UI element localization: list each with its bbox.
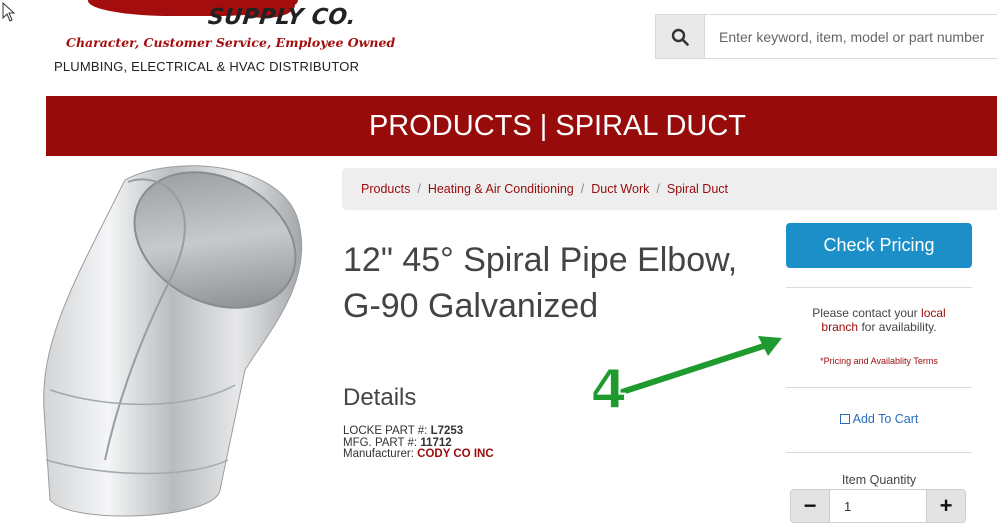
add-to-cart-label: Add To Cart (852, 412, 919, 426)
page-title: PRODUCTS | SPIRAL DUCT (368, 109, 747, 142)
breadcrumb-duct-work[interactable]: Duct Work (591, 182, 649, 196)
breadcrumb-separator: / (656, 182, 660, 196)
pricing-terms-link[interactable]: *Pricing and Availablity Terms (786, 356, 972, 366)
checkbox-icon (839, 414, 850, 424)
search-input[interactable] (706, 15, 996, 58)
divider (786, 387, 972, 388)
quantity-decrement-button[interactable]: − (790, 489, 830, 523)
breadcrumb-separator: / (580, 182, 585, 196)
availability-message: Please contact your local branch for ava… (786, 306, 972, 334)
add-to-cart-button[interactable]: Add To Cart (786, 412, 972, 426)
local-branch-link-part1[interactable]: local (921, 306, 946, 320)
item-quantity-label: Item Quantity (841, 473, 917, 487)
product-title: 12" 45° Spiral Pipe Elbow, G-90 Galvaniz… (343, 241, 738, 325)
local-branch-link-part2[interactable]: branch (821, 320, 858, 334)
search-button[interactable] (655, 14, 705, 59)
annotation-label: 4 (589, 358, 629, 421)
breadcrumb: Products / Heating & Air Conditioning / … (342, 168, 997, 210)
quantity-input[interactable] (830, 489, 926, 523)
mfg-part-value: 11712 (420, 436, 452, 449)
logo-subtitle: PLUMBING, ELECTRICAL & HVAC DISTRIBUTOR (54, 59, 360, 74)
logo-wordmark[interactable]: SUPPLY CO. (207, 5, 358, 30)
quantity-increment-button[interactable]: + (926, 489, 966, 523)
breadcrumb-separator: / (417, 182, 421, 196)
breadcrumb-heating-air[interactable]: Heating & Air Conditioning (428, 182, 574, 196)
divider (786, 287, 972, 288)
manufacturer-label: Manufacturer: (343, 448, 414, 460)
breadcrumb-products[interactable]: Products (361, 182, 410, 196)
product-image (43, 165, 303, 517)
locke-part-label: LOCKE PART #: (343, 425, 428, 437)
search-icon (671, 28, 689, 46)
details-heading: Details (343, 384, 417, 411)
mfg-part-label: MFG. PART #: (343, 436, 418, 449)
divider (786, 452, 972, 453)
breadcrumb-spiral-duct[interactable]: Spiral Duct (667, 182, 728, 196)
mouse-cursor-icon (2, 2, 16, 22)
contact-prefix: Please contact your (812, 306, 918, 320)
locke-part-value: L7253 (430, 425, 464, 437)
logo-tagline: Character, Customer Service, Employee Ow… (66, 35, 396, 50)
contact-suffix: for availability. (861, 320, 937, 334)
check-pricing-button[interactable]: Check Pricing (786, 223, 972, 268)
product-meta: LOCKE PART #: L7253 MFG. PART #: 11712 M… (343, 425, 494, 461)
manufacturer-link[interactable]: CODY CO INC (417, 448, 493, 460)
page-banner: PRODUCTS | SPIRAL DUCT (46, 96, 997, 156)
